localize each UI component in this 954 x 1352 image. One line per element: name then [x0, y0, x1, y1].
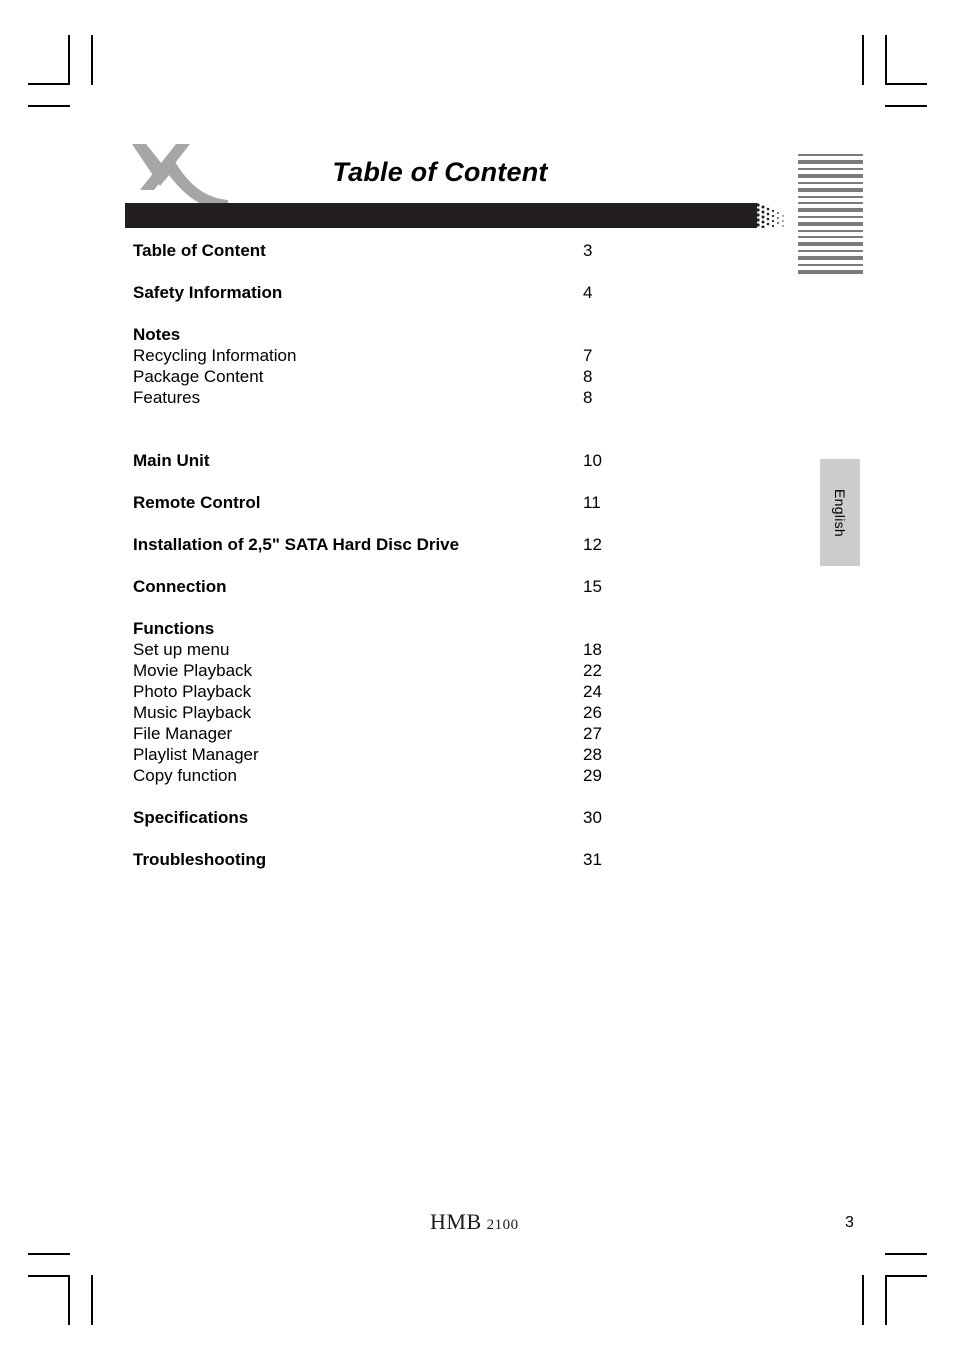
toc-entry-page-number: 3 — [583, 241, 593, 260]
toc-entry[interactable]: Specifications 30 — [133, 807, 693, 828]
toc-entry[interactable]: Movie Playback 22 — [133, 660, 693, 681]
toc-entry[interactable]: Music Playback 26 — [133, 702, 693, 723]
toc-entry[interactable]: Photo Playback 24 — [133, 681, 693, 702]
toc-entry-label: Main Unit — [133, 451, 210, 470]
toc-entry-page-number: 28 — [583, 745, 602, 764]
header-rule-bar — [125, 203, 755, 228]
crop-mark-bottom-right-tick-horizontal — [885, 1253, 927, 1255]
toc-entry-label: Specifications — [133, 808, 249, 827]
toc-entry-page-number: 11 — [583, 493, 601, 512]
language-tab-english[interactable]: English — [820, 459, 860, 566]
document-page: Table of Content English Table of Conten… — [0, 0, 954, 1352]
toc-entry-page-number: 12 — [583, 535, 602, 554]
crop-mark-top-left-horizontal — [28, 83, 70, 85]
table-of-contents: Table of Content 3 Safety Information 4 Note… — [133, 240, 693, 870]
crop-mark-top-right-tick-horizontal — [885, 105, 927, 107]
toc-entry[interactable]: Package Content 8 — [133, 366, 693, 387]
toc-spacer — [133, 303, 693, 324]
toc-entry-label: Safety Information — [133, 283, 283, 302]
toc-entry-page-number: 18 — [583, 640, 602, 659]
toc-entry-label: Installation of 2,5" SATA Hard Disc Driv… — [133, 535, 460, 554]
toc-spacer — [133, 597, 693, 618]
toc-spacer — [133, 471, 693, 492]
toc-entry-page-number: 7 — [583, 346, 593, 365]
toc-entry-label: File Manager — [133, 724, 233, 743]
toc-entry[interactable]: Copy function 29 — [133, 765, 693, 786]
language-tab-label: English — [832, 488, 848, 537]
toc-entry-label: Copy function — [133, 766, 237, 785]
toc-entry-label: Features — [133, 388, 201, 407]
crop-mark-bottom-right-tick-vertical — [862, 1275, 864, 1325]
crop-mark-bottom-right-vertical — [885, 1275, 887, 1325]
toc-entry-page-number: 15 — [583, 577, 602, 596]
toc-entry-page-number: 10 — [583, 451, 602, 470]
toc-entry[interactable]: Installation of 2,5" SATA Hard Disc Driv… — [133, 534, 693, 555]
toc-entry[interactable]: Table of Content 3 — [133, 240, 693, 261]
toc-entry-label: Package Content — [133, 367, 264, 386]
toc-entry[interactable]: Notes — [133, 324, 693, 345]
crop-mark-top-left-tick-vertical — [91, 35, 93, 85]
page-title: Table of Content — [332, 157, 548, 187]
crop-mark-bottom-left-horizontal — [28, 1275, 70, 1277]
crop-mark-top-right-horizontal — [885, 83, 927, 85]
toc-spacer — [133, 786, 693, 807]
crop-mark-top-right-vertical — [885, 35, 887, 85]
toc-entry-page-number: 22 — [583, 661, 602, 680]
toc-entry[interactable]: Features 8 — [133, 387, 693, 408]
toc-entry[interactable]: Remote Control 11 — [133, 492, 693, 513]
toc-entry-label: Recycling Information — [133, 346, 297, 365]
header-bar-halftone-fade — [753, 203, 787, 228]
crop-mark-bottom-left-tick-horizontal — [28, 1253, 70, 1255]
decorative-stripe-block — [798, 154, 863, 288]
toc-entry-label: Playlist Manager — [133, 745, 259, 764]
toc-entry-page-number: 26 — [583, 703, 602, 722]
footer-page-number: 3 — [845, 1214, 854, 1231]
toc-entry-label: Table of Content — [133, 241, 266, 260]
toc-entry-label: Functions — [133, 619, 215, 638]
toc-entry-label: Notes — [133, 325, 181, 344]
toc-spacer — [133, 828, 693, 849]
toc-entry-page-number: 8 — [583, 388, 593, 407]
crop-mark-bottom-left-vertical — [68, 1275, 70, 1325]
toc-entry-label: Movie Playback — [133, 661, 253, 680]
toc-spacer — [133, 513, 693, 534]
toc-entry-page-number: 4 — [583, 283, 593, 302]
toc-spacer — [133, 555, 693, 576]
toc-entry-label: Connection — [133, 577, 227, 596]
toc-entry[interactable]: Connection 15 — [133, 576, 693, 597]
toc-entry-page-number: 24 — [583, 682, 602, 701]
crop-mark-top-left-vertical — [68, 35, 70, 85]
footer-model-text: 2100 — [486, 1217, 519, 1233]
toc-entry[interactable]: Playlist Manager 28 — [133, 744, 693, 765]
toc-entry[interactable]: Safety Information 4 — [133, 282, 693, 303]
toc-entry-label: Remote Control — [133, 493, 261, 512]
crop-mark-top-right-tick-vertical — [862, 35, 864, 85]
toc-entry-page-number: 29 — [583, 766, 602, 785]
toc-entry[interactable]: Recycling Information 7 — [133, 345, 693, 366]
toc-entry-label: Music Playback — [133, 703, 252, 722]
toc-entry[interactable]: Set up menu 18 — [133, 639, 693, 660]
toc-spacer — [133, 408, 693, 450]
toc-entry-page-number: 27 — [583, 724, 602, 743]
toc-spacer — [133, 261, 693, 282]
toc-entry-page-number: 30 — [583, 808, 602, 827]
footer-product-logo: HMB 2100 — [430, 1209, 519, 1235]
toc-entry[interactable]: Functions — [133, 618, 693, 639]
toc-entry-label: Photo Playback — [133, 682, 252, 701]
toc-entry-page-number: 31 — [583, 850, 602, 869]
toc-entry[interactable]: Troubleshooting 31 — [133, 849, 693, 870]
crop-mark-bottom-left-tick-vertical — [91, 1275, 93, 1325]
toc-entry[interactable]: File Manager 27 — [133, 723, 693, 744]
toc-entry-page-number: 8 — [583, 367, 593, 386]
toc-entry-label: Set up menu — [133, 640, 230, 659]
toc-entry-label: Troubleshooting — [133, 850, 267, 869]
footer-brand-text: HMB — [430, 1209, 482, 1234]
crop-mark-bottom-right-horizontal — [885, 1275, 927, 1277]
crop-mark-top-left-tick-horizontal — [28, 105, 70, 107]
toc-entry[interactable]: Main Unit 10 — [133, 450, 693, 471]
